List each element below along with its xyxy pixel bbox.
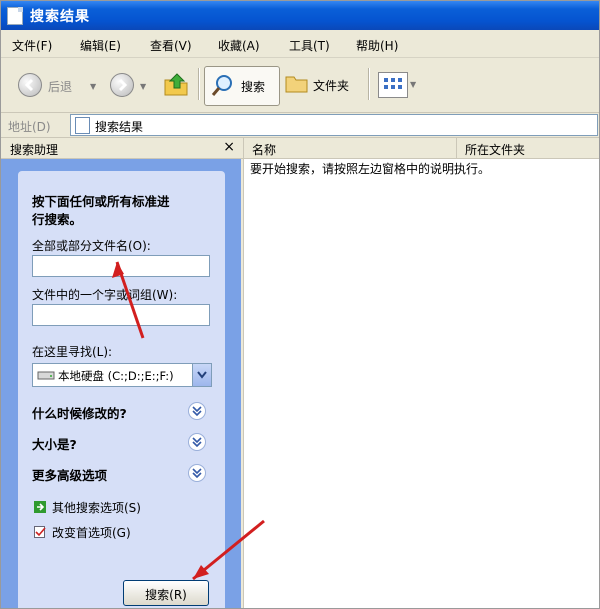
phrase-label: 文件中的一个字或词组(W):	[32, 288, 178, 302]
expand-chevron-icon[interactable]	[188, 433, 206, 451]
look-in-select[interactable]: 本地硬盘 (C:;D:;E:;F:)	[32, 363, 212, 387]
search-criteria-panel: 按下面任何或所有标准进 行搜索。 全部或部分文件名(O): 文件中的一个字或词组…	[18, 171, 225, 609]
column-header-folder[interactable]: 所在文件夹	[457, 138, 600, 159]
expand-chevron-icon[interactable]	[188, 464, 206, 482]
up-folder-icon[interactable]	[162, 70, 190, 98]
menu-tools[interactable]: 工具(T)	[289, 37, 330, 54]
views-dropdown-icon[interactable]: ▼	[410, 80, 416, 89]
forward-arrow-icon[interactable]	[110, 73, 134, 97]
look-in-value: 本地硬盘 (C:;D:;E:;F:)	[58, 369, 174, 383]
search-pane-header: 搜索助理 ×	[0, 138, 243, 159]
menu-bar: 文件(F) 编辑(E) 查看(V) 收藏(A) 工具(T) 帮助(H)	[0, 31, 600, 58]
column-header-name-label: 名称	[252, 143, 277, 157]
filename-input[interactable]	[32, 255, 210, 277]
address-label: 地址(D)	[8, 120, 51, 134]
back-arrow-icon[interactable]	[18, 73, 42, 97]
search-heading-line2: 行搜索。	[32, 212, 83, 227]
change-preferences-link[interactable]: 改变首选项(G)	[52, 524, 131, 541]
menu-help[interactable]: 帮助(H)	[356, 37, 398, 54]
results-list: 名称 所在文件夹 要开始搜索，请按照左边窗格中的说明执行。	[243, 138, 600, 609]
other-search-options-link[interactable]: 其他搜索选项(S)	[52, 499, 141, 516]
window-title: 搜索结果	[30, 9, 90, 25]
search-companion-pane: 按下面任何或所有标准进 行搜索。 全部或部分文件名(O): 文件中的一个字或词组…	[0, 159, 241, 609]
folder-icon	[285, 76, 308, 93]
search-button[interactable]: 搜索(R)	[123, 580, 209, 606]
when-modified-label[interactable]: 什么时候修改的?	[32, 403, 127, 422]
hard-drive-icon	[37, 371, 55, 380]
folders-toolbar-label: 文件夹	[313, 79, 350, 93]
toolbar-separator	[198, 68, 200, 100]
results-instruction-text: 要开始搜索，请按照左边窗格中的说明执行。	[250, 162, 491, 176]
close-icon[interactable]: ×	[223, 139, 235, 155]
title-bar[interactable]: 搜索结果	[0, 0, 600, 30]
expand-chevron-icon[interactable]	[188, 402, 206, 420]
search-toolbar-label: 搜索	[241, 80, 266, 94]
filename-label: 全部或部分文件名(O):	[32, 239, 151, 253]
phrase-input[interactable]	[32, 304, 210, 326]
search-toolbar-button[interactable]: 搜索	[204, 66, 280, 106]
views-button[interactable]	[378, 72, 408, 98]
size-label[interactable]: 大小是?	[32, 434, 77, 453]
column-header-name[interactable]: 名称	[244, 138, 457, 159]
forward-dropdown-icon[interactable]: ▼	[140, 82, 146, 91]
magnifier-icon	[211, 75, 232, 96]
menu-view[interactable]: 查看(V)	[150, 37, 192, 54]
search-results-icon	[75, 117, 90, 134]
search-pane-title: 搜索助理	[10, 143, 59, 157]
search-heading-line1: 按下面任何或所有标准进	[32, 194, 170, 209]
address-field[interactable]: 搜索结果	[70, 114, 598, 136]
menu-favorites[interactable]: 收藏(A)	[218, 37, 260, 54]
back-dropdown-icon[interactable]: ▼	[90, 82, 96, 91]
chevron-down-icon[interactable]	[192, 364, 211, 386]
toolbar-separator	[368, 68, 370, 100]
address-value: 搜索结果	[95, 120, 144, 134]
menu-edit[interactable]: 编辑(E)	[80, 37, 121, 54]
back-button-label[interactable]: 后退	[48, 78, 72, 95]
menu-file[interactable]: 文件(F)	[12, 37, 52, 54]
green-arrow-icon	[34, 501, 46, 513]
toolbar: 后退 ▼ ▼ 搜索 文件夹 ▼	[0, 58, 600, 113]
advanced-options-label[interactable]: 更多高级选项	[32, 465, 107, 484]
document-icon	[7, 7, 23, 25]
address-bar: 地址(D) 搜索结果	[0, 113, 600, 138]
column-header-folder-label: 所在文件夹	[465, 143, 526, 157]
preferences-icon	[34, 526, 46, 538]
views-grid-icon	[384, 78, 402, 89]
search-button-label: 搜索(R)	[145, 588, 187, 602]
look-in-label: 在这里寻找(L):	[32, 345, 113, 359]
explorer-window: 搜索结果 文件(F) 编辑(E) 查看(V) 收藏(A) 工具(T) 帮助(H)…	[0, 0, 600, 609]
